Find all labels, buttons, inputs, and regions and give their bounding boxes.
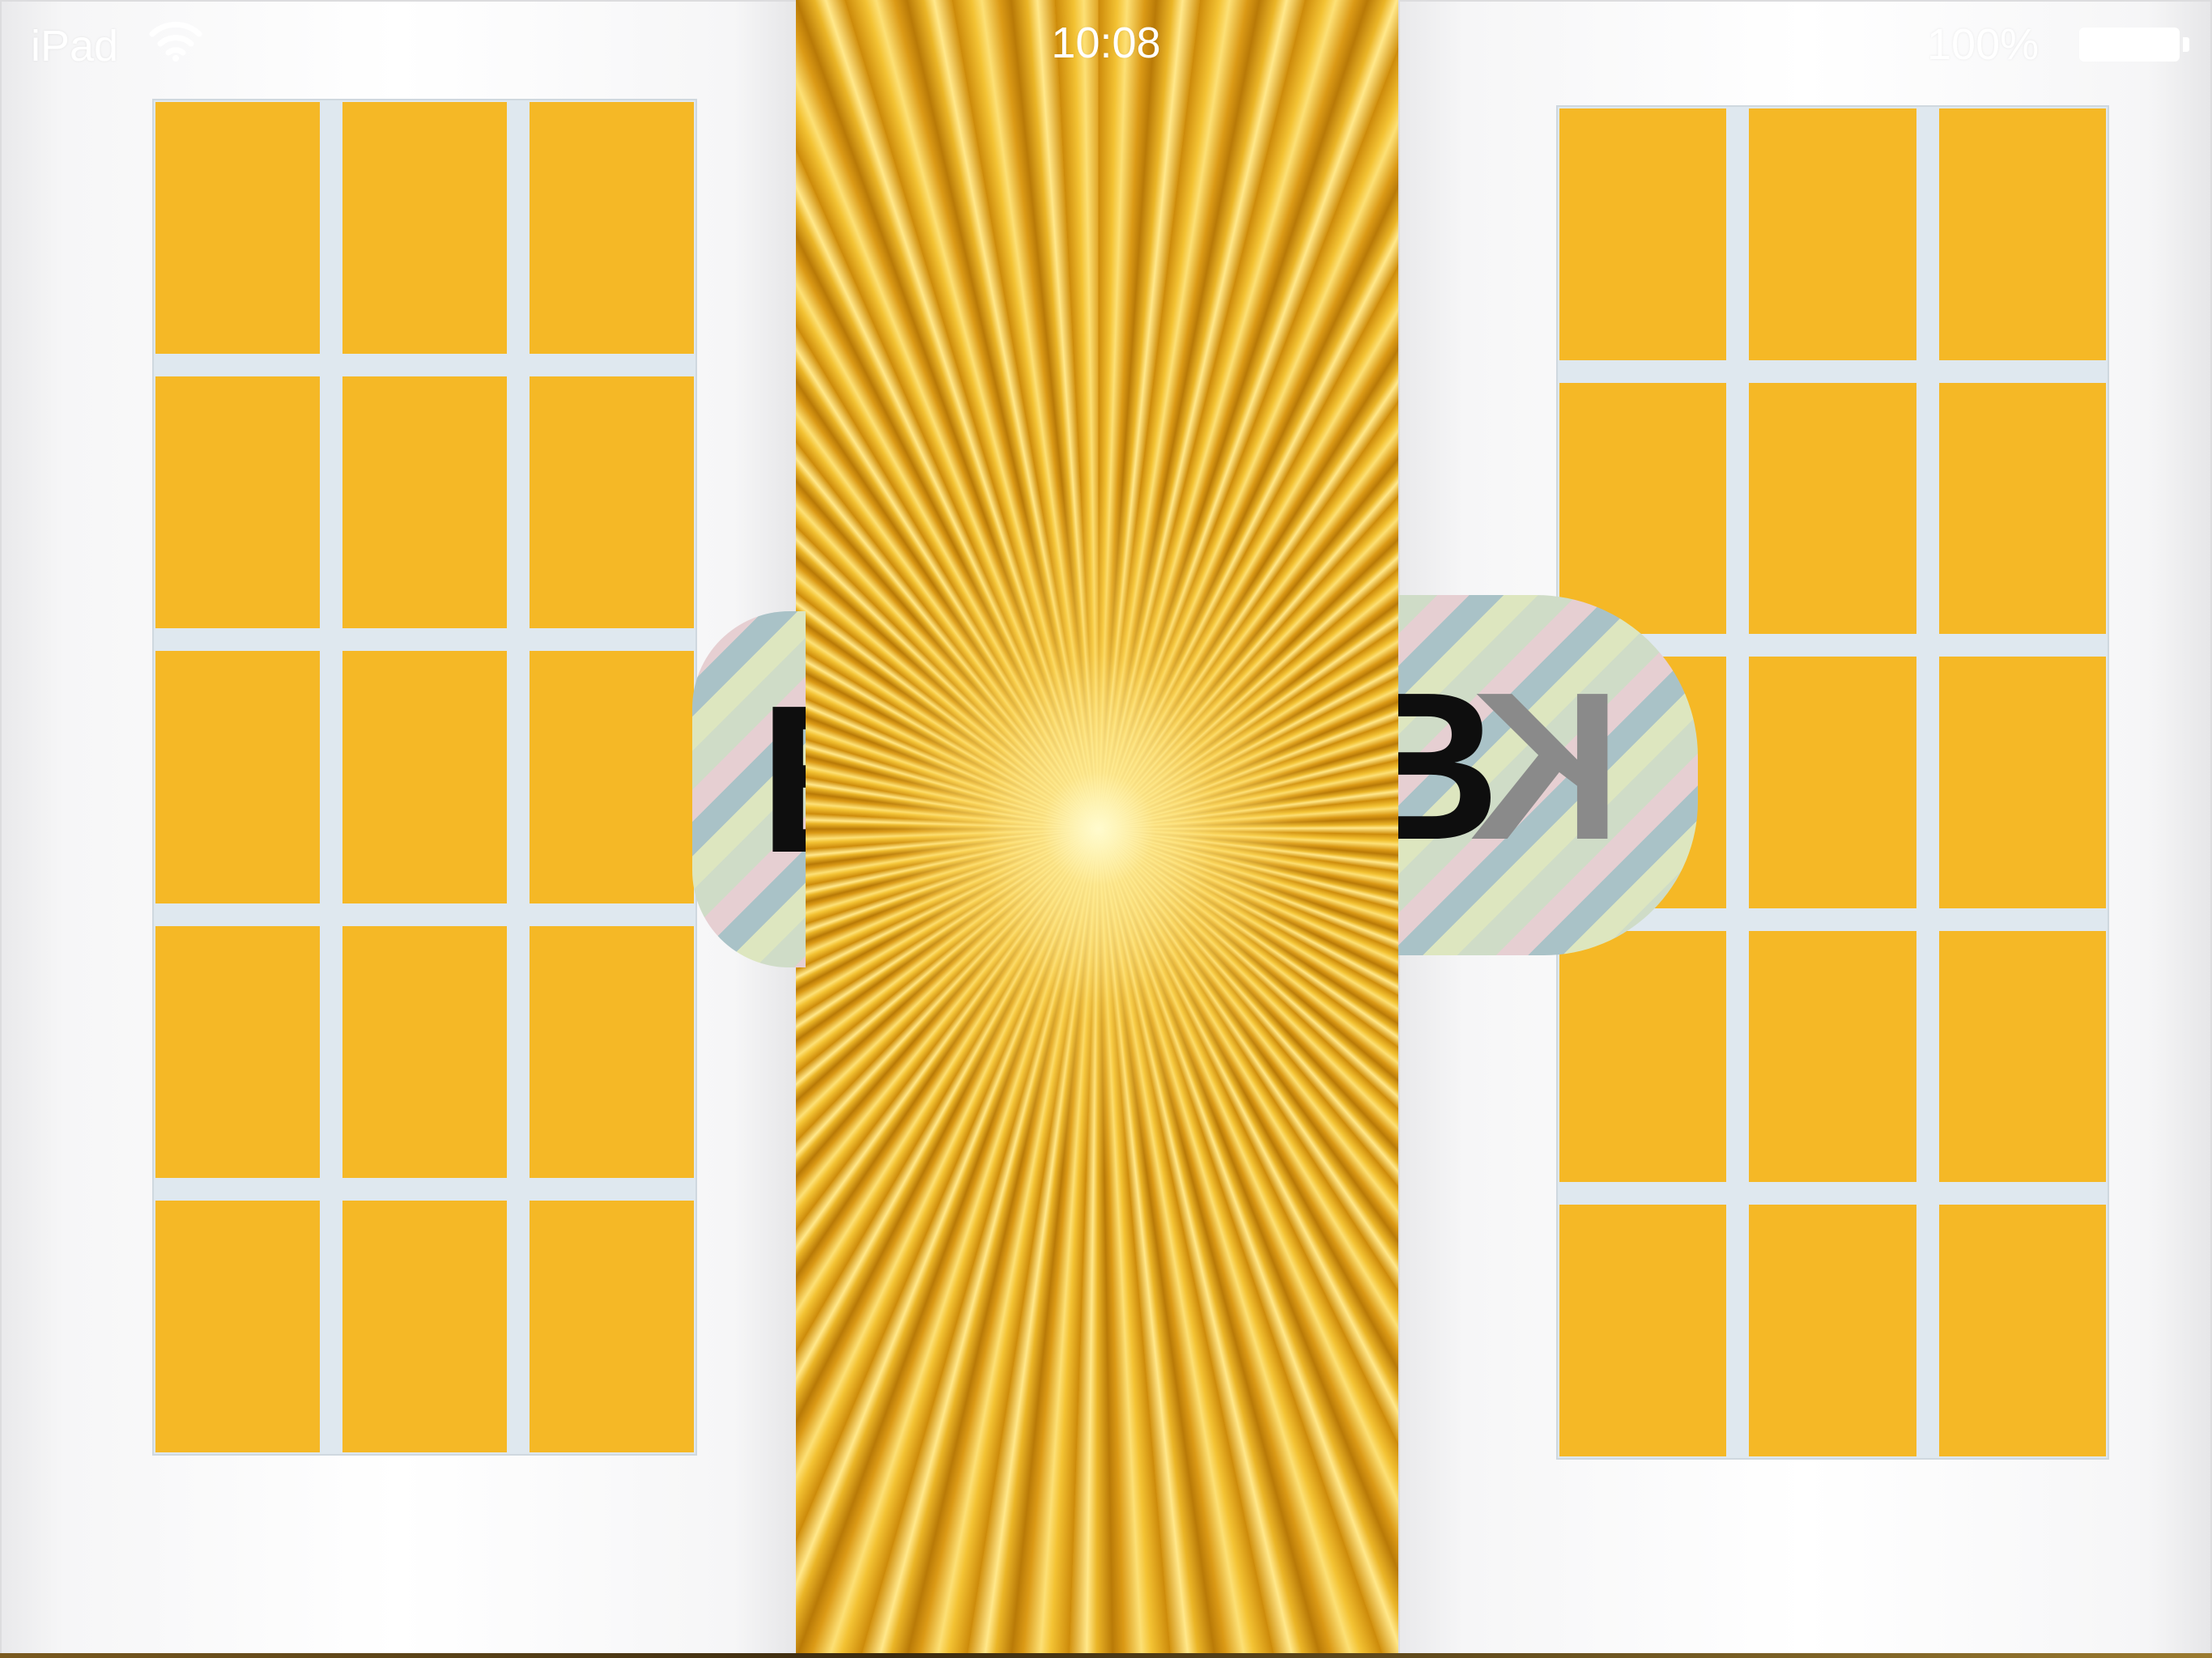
badge-right-half: B K: [1398, 595, 1698, 955]
battery-percent: 100%: [1927, 20, 2040, 69]
window-pane: [342, 925, 507, 1178]
wifi-icon: [149, 21, 202, 62]
badge-letter-left: B: [759, 674, 806, 885]
status-bar: iPad 10:08 100%: [0, 0, 2212, 89]
window-pane: [155, 651, 320, 903]
badge-letter-k-mirrored: K: [1470, 649, 1622, 884]
window-pane: [1559, 382, 1727, 635]
window-pane: [155, 925, 320, 1178]
window-pane: [1749, 382, 1916, 635]
window-pane: [155, 102, 320, 355]
window-pane: [1749, 1205, 1916, 1456]
window-pane: [1749, 930, 1916, 1183]
window-pane: [530, 925, 694, 1178]
game-screen: B B K iPad 10:08 100%: [0, 0, 2212, 1658]
window-pane: [530, 651, 694, 903]
window-pane: [342, 651, 507, 903]
window-pane: [1749, 108, 1916, 360]
gold-light-burst: [796, 0, 1401, 1658]
window-pane: [155, 376, 320, 629]
window-pane: [1938, 1205, 2106, 1456]
window-pane: [1559, 930, 1727, 1183]
window-pane: [1559, 1205, 1727, 1456]
clock: 10:08: [1051, 19, 1161, 67]
window-pane: [342, 102, 507, 355]
window-pane: [1559, 108, 1727, 360]
left-door-panel[interactable]: [0, 0, 798, 1658]
carrier-label: iPad: [31, 22, 119, 70]
window-pane: [1938, 657, 2106, 908]
window-pane: [530, 1200, 694, 1452]
battery-full-icon: [2079, 28, 2180, 62]
window-pane: [1938, 382, 2106, 635]
window-pane: [530, 376, 694, 629]
window-pane: [1938, 930, 2106, 1183]
window-pane: [155, 1200, 320, 1452]
window-pane: [1938, 108, 2106, 360]
badge-left-half: B: [692, 611, 806, 967]
window-pane: [1749, 657, 1916, 908]
window-pane: [342, 376, 507, 629]
left-door-window-grid: [152, 99, 697, 1456]
battery-tip: [2183, 37, 2189, 52]
window-pane: [342, 1200, 507, 1452]
bottom-edge: [0, 1653, 2212, 1658]
window-pane: [530, 102, 694, 355]
